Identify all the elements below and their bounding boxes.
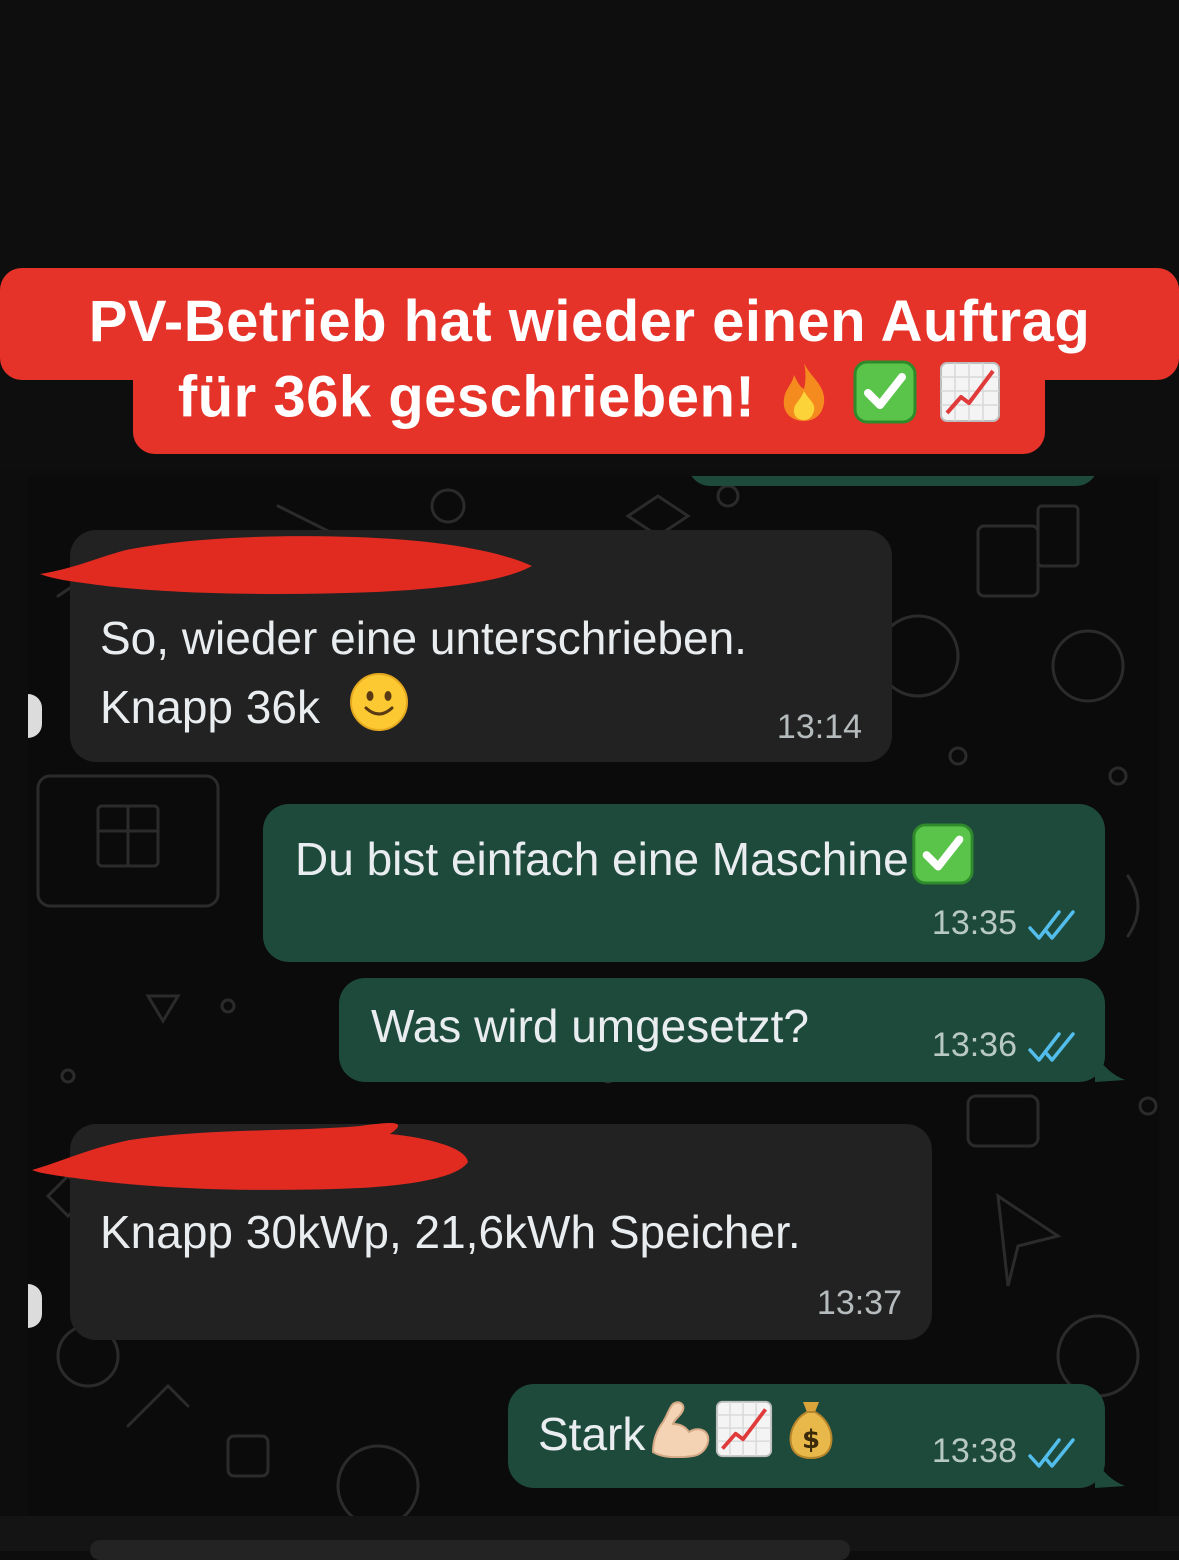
message-time: 13:36 [931,1026,1017,1064]
caption-text: PV-Betrieb hat wieder einen Auftrag für … [0,285,1179,443]
message-text: Stark [538,1408,646,1461]
message-text-line-2: Knapp 36k [100,681,320,734]
outgoing-message[interactable]: Was wird umgesetzt? 13:36 [339,978,1105,1082]
chart-up-icon [939,361,1001,441]
message-text-wrap: Du bist einfach eine Maschine [295,822,975,904]
bubble-tail [1095,1458,1125,1488]
message-text: Du bist einfach eine Maschine [295,833,909,886]
read-ticks-icon [1028,1438,1075,1468]
check-box-icon [852,359,918,443]
message-text-line-1: So, wieder eine unterschrieben. [100,612,747,664]
money-bag-icon: $ [787,1398,835,1478]
check-box-icon [911,822,975,904]
fire-icon [776,361,832,441]
message-text-line-2-wrap: Knapp 36k [100,672,409,750]
message-text: Was wird umgesetzt? [371,1000,809,1052]
outgoing-message[interactable]: Stark $ 13:38 [508,1384,1105,1488]
previous-message-edge [688,476,1098,486]
caption-line-2: für 36k geschrieben! [177,364,756,430]
message-time: 13:38 [931,1432,1017,1470]
message-time: 13:14 [776,708,862,746]
read-ticks-icon [1028,910,1075,940]
svg-text:$: $ [802,1425,820,1455]
redacted-sender-name [32,1123,468,1190]
message-text: Knapp 30kWp, 21,6kWh Speicher. [100,1206,801,1258]
read-ticks-icon [1028,1032,1075,1062]
outgoing-message[interactable]: Du bist einfach eine Maschine 13:35 [263,804,1105,962]
flexed-biceps-icon [649,1400,711,1476]
message-text-wrap: Stark $ [538,1398,835,1478]
message-time: 13:37 [816,1284,902,1322]
smiley-icon [349,672,409,750]
redacted-sender-name [40,536,532,594]
message-input[interactable] [90,1540,850,1560]
bubble-tail [1095,1052,1125,1082]
message-time: 13:35 [931,904,1017,942]
caption-line-1: PV-Betrieb hat wieder einen Auftrag [88,289,1091,354]
chart-up-icon [715,1400,773,1476]
